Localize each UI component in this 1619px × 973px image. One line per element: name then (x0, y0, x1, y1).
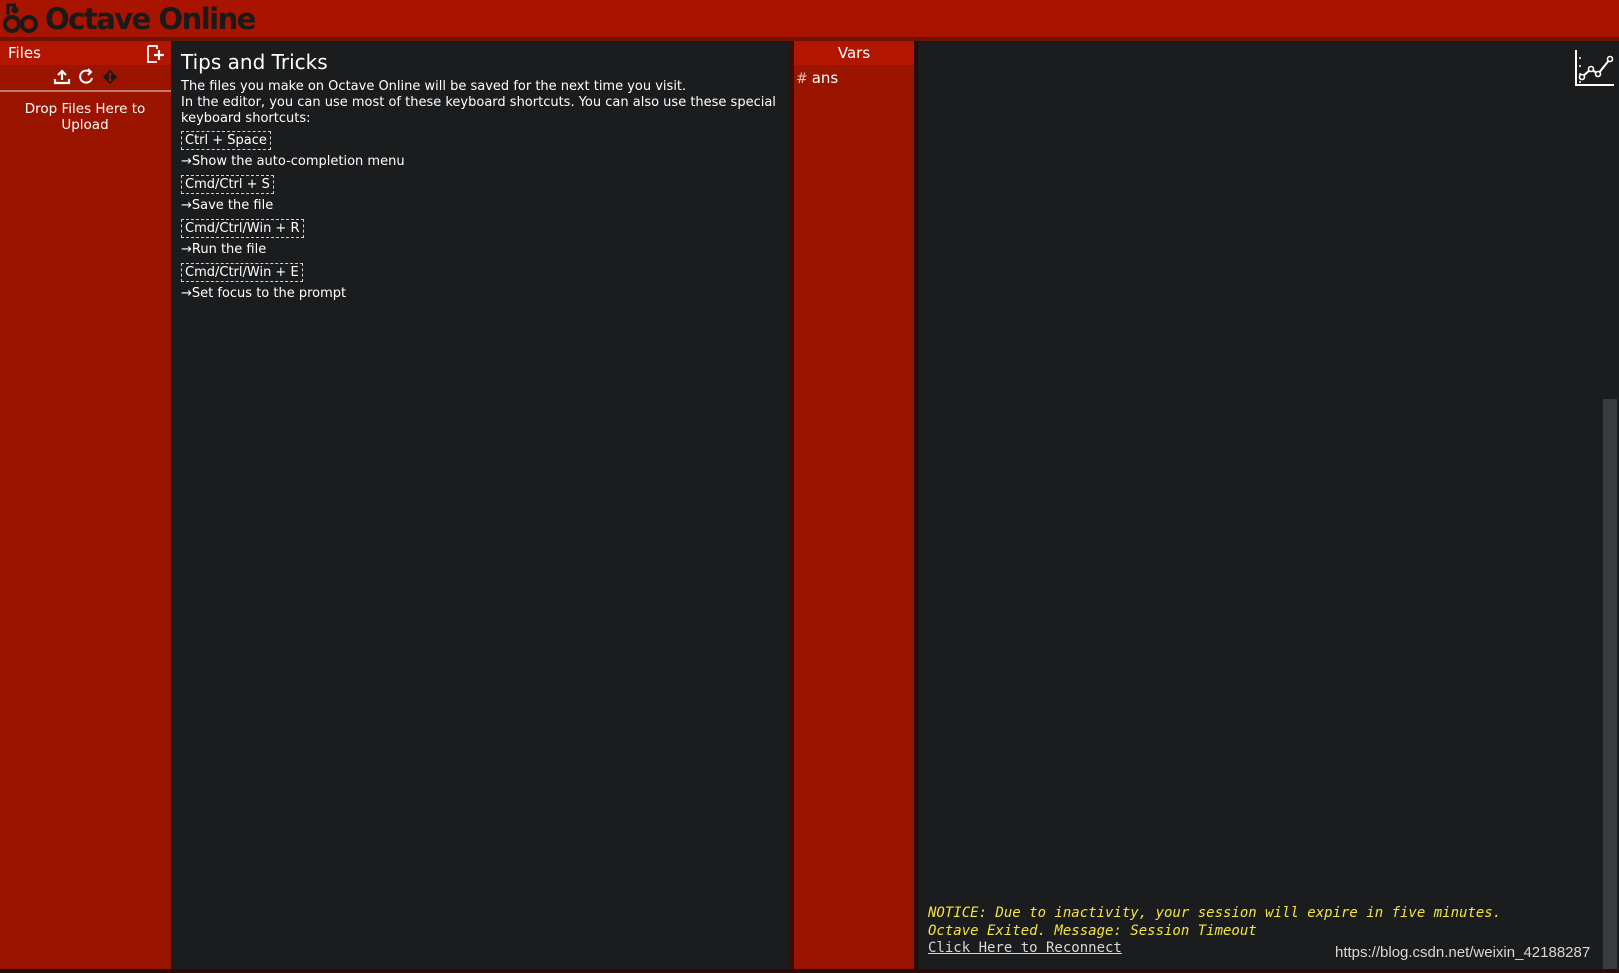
session-notice: NOTICE: Due to inactivity, your session … (928, 904, 1501, 940)
files-header: Files (0, 41, 171, 65)
shortcut-description: →Set focus to the prompt (181, 286, 347, 301)
git-icon[interactable] (101, 68, 119, 86)
console-panel[interactable]: NOTICE: Due to inactivity, your session … (918, 41, 1618, 969)
notice-line-2: Octave Exited. Message: Session Timeout (928, 923, 1257, 939)
new-file-icon[interactable] (145, 44, 165, 64)
editor-panel[interactable]: Tips and Tricks The files you make on Oc… (171, 41, 793, 969)
tips-intro-1: The files you make on Octave Online will… (181, 79, 687, 94)
watermark-url: https://blog.csdn.net/weixin_42188287 (1335, 944, 1591, 961)
console-scrollbar[interactable] (1603, 399, 1617, 969)
reconnect-link[interactable]: Click Here to Reconnect (928, 940, 1122, 956)
drop-files-zone[interactable]: Drop Files Here to Upload (10, 101, 160, 133)
shortcut-description: →Run the file (181, 242, 267, 257)
notice-line-1: NOTICE: Due to inactivity, your session … (928, 905, 1502, 921)
shortcut-description: →Save the file (181, 198, 274, 213)
shortcut-description: →Show the auto-completion menu (181, 154, 405, 169)
files-panel: Files Drop Files Here to Upload (0, 41, 171, 969)
bottom-border (0, 969, 1619, 973)
app-title: Octave Online (45, 2, 256, 36)
shortcut-keys: Cmd/Ctrl/Win + R (181, 219, 304, 238)
shortcut-keys: Cmd/Ctrl/Win + E (181, 263, 303, 282)
variable-item[interactable]: # ans (796, 69, 838, 87)
refresh-icon[interactable] (77, 68, 95, 86)
upload-icon[interactable] (53, 68, 71, 86)
tips-body: The files you make on Octave Online will… (181, 79, 781, 306)
shortcut-item: Ctrl + Space →Show the auto-completion m… (181, 130, 781, 170)
files-title: Files (8, 44, 41, 62)
tips-intro-2: In the editor, you can use most of these… (181, 95, 776, 126)
top-header: Octave Online (0, 0, 1619, 41)
files-toolbar (0, 66, 171, 88)
octave-online-logo-icon (3, 3, 38, 33)
files-divider (0, 90, 171, 92)
shortcut-item: Cmd/Ctrl + S →Save the file (181, 174, 781, 214)
variable-type-symbol: # (796, 71, 808, 87)
shortcut-keys: Ctrl + Space (181, 131, 271, 150)
vars-panel: Vars # ans (794, 41, 914, 969)
variable-name: ans (811, 69, 839, 87)
tips-title: Tips and Tricks (181, 50, 328, 74)
logo[interactable]: Octave Online (3, 1, 256, 37)
shortcut-item: Cmd/Ctrl/Win + R →Run the file (181, 218, 781, 258)
plot-icon[interactable] (1572, 47, 1616, 89)
vars-title: Vars (794, 41, 914, 65)
shortcut-keys: Cmd/Ctrl + S (181, 175, 274, 194)
shortcut-item: Cmd/Ctrl/Win + E →Set focus to the promp… (181, 262, 781, 302)
